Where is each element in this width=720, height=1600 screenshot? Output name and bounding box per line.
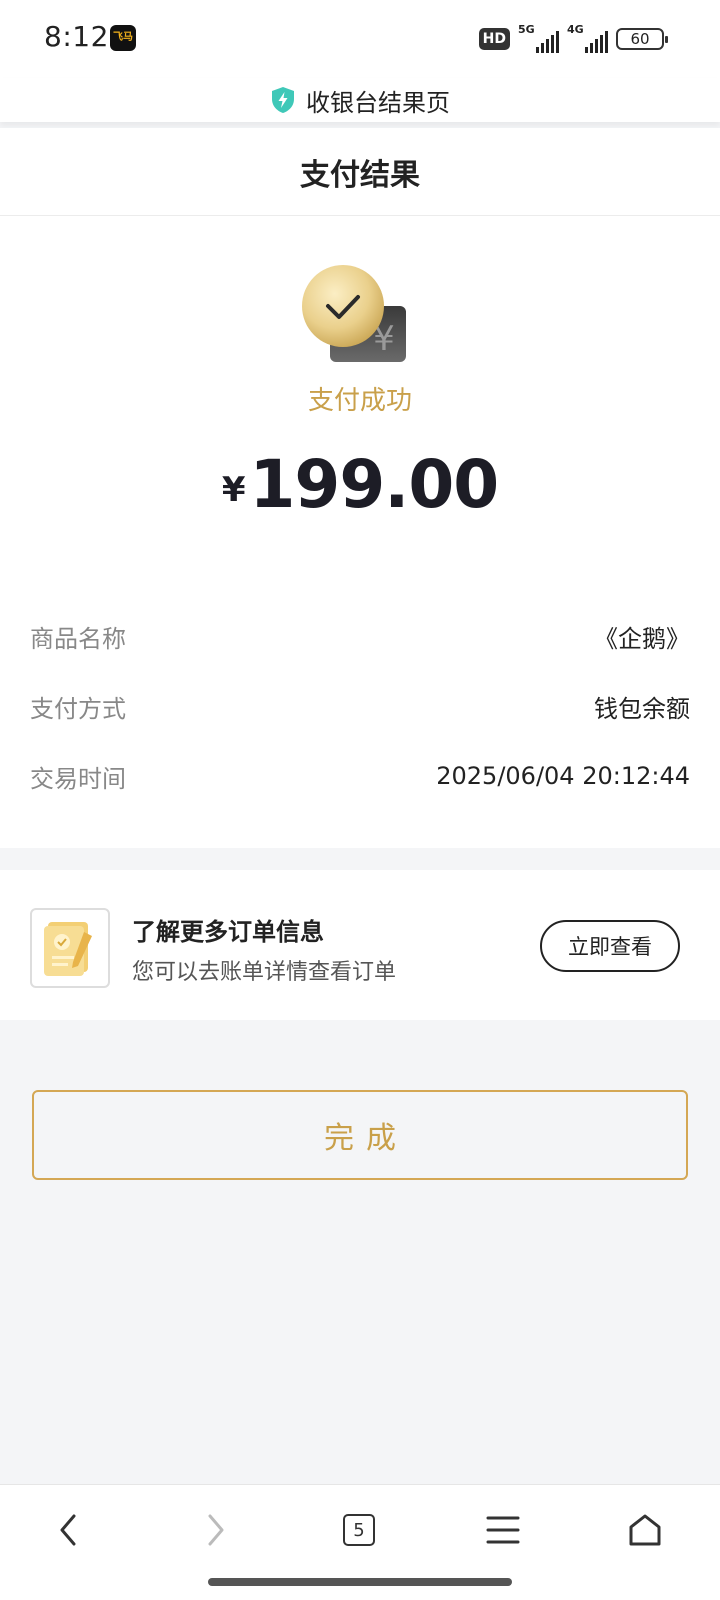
info-value: 《企鹅》 [594, 624, 690, 653]
info-label: 商品名称 [30, 624, 126, 653]
shield-lightning-icon [272, 87, 294, 113]
network-5g-label: 5G [518, 23, 535, 36]
info-value: 钱包余额 [594, 694, 690, 723]
order-document-icon [30, 908, 110, 988]
order-info-card: 了解更多订单信息 您可以去账单详情查看订单 立即查看 [0, 870, 720, 1020]
app-notification-icon: 飞马 [110, 25, 136, 51]
home-indicator-bar[interactable] [208, 1578, 512, 1586]
order-info-subtitle: 您可以去账单详情查看订单 [132, 960, 397, 985]
tabs-icon[interactable]: 5 [334, 1505, 384, 1555]
status-indicators: HD 5G 4G 60 [478, 23, 668, 54]
view-now-button[interactable]: 立即查看 [540, 920, 680, 972]
battery-level: 60 [630, 30, 650, 48]
payment-result-card: 支付结果 ¥ 支付成功 ¥199.00 商品名称 《企鹅》 支付方式 钱包余额 … [0, 128, 720, 848]
status-time: 8:12 [44, 20, 109, 53]
tab-count: 5 [343, 1514, 375, 1546]
info-row-transaction-time: 交易时间 2025/06/04 20:12:44 [30, 756, 690, 796]
currency-symbol: ¥ [221, 470, 246, 510]
info-label: 交易时间 [30, 764, 126, 793]
amount-value: 199.00 [249, 446, 499, 523]
order-info-title: 了解更多订单信息 [132, 918, 324, 946]
page-title: 收银台结果页 [306, 88, 450, 117]
payment-success-icon: ¥ [302, 265, 406, 362]
signal-5g-icon: 5G [518, 23, 559, 53]
result-header: 支付结果 [0, 128, 720, 216]
info-row-payment-method: 支付方式 钱包余额 [30, 686, 690, 726]
status-bar: 8:12 飞马 HD 5G 4G 60 [0, 0, 720, 78]
payment-status-text: 支付成功 [307, 386, 412, 416]
info-row-product: 商品名称 《企鹅》 [30, 616, 690, 656]
home-icon[interactable] [620, 1505, 670, 1555]
done-button[interactable]: 完成 [32, 1090, 688, 1180]
info-value: 2025/06/04 20:12:44 [436, 762, 690, 790]
back-icon[interactable] [44, 1505, 94, 1555]
battery-icon: 60 [616, 28, 668, 50]
menu-icon[interactable] [478, 1505, 528, 1555]
page-title-bar: 收银台结果页 [0, 78, 720, 122]
forward-icon[interactable] [190, 1505, 240, 1555]
signal-4g-icon: 4G [567, 23, 608, 53]
app-badge-text: 飞马 [113, 32, 133, 43]
info-label: 支付方式 [30, 694, 126, 723]
network-4g-label: 4G [567, 23, 584, 36]
payment-amount: ¥199.00 [0, 446, 720, 523]
hd-voice-icon: HD [478, 28, 510, 50]
